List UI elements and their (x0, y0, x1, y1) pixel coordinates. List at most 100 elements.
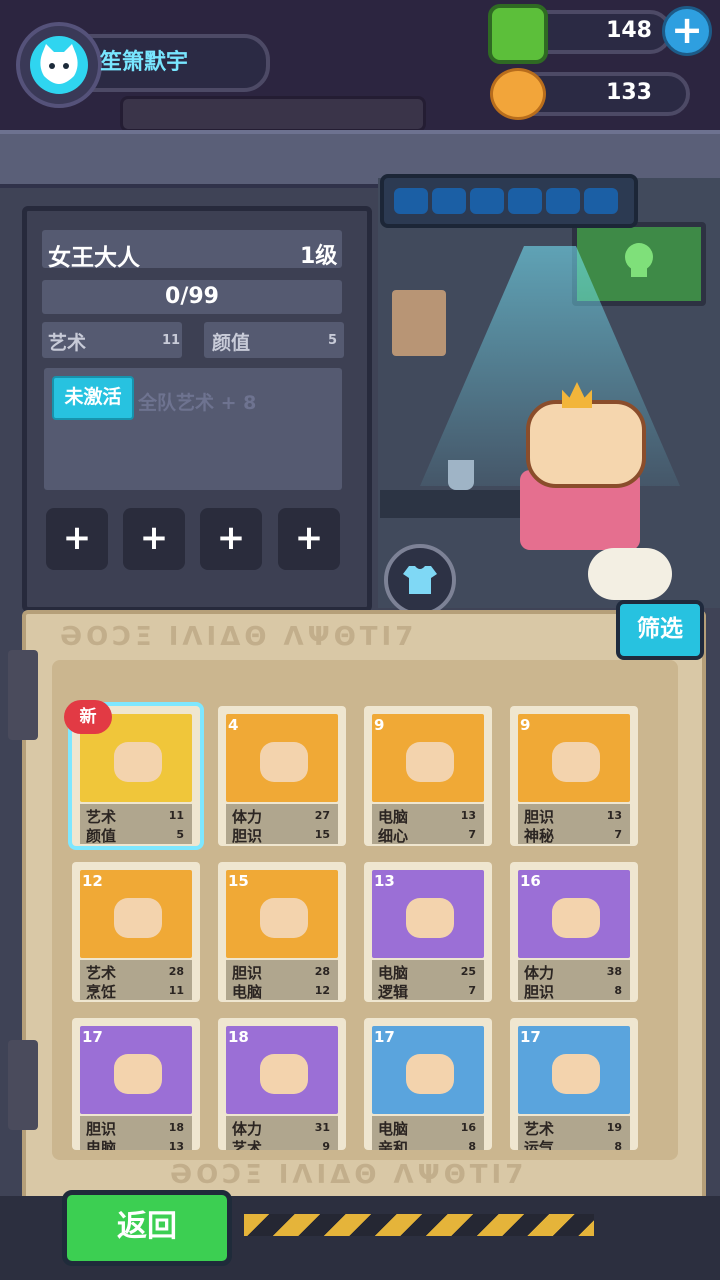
card-stat2-label: 颜值 (86, 827, 117, 845)
card-level: 17 (374, 1028, 395, 1046)
stat-looks-label: 颜值 (212, 332, 251, 354)
character-card[interactable]: 15 胆识 28 电脑 12 (218, 862, 346, 1002)
card-stat1-label: 艺术 (86, 808, 117, 826)
card-stat2-value: 8 (614, 984, 622, 997)
card-stat2-label: 电脑 (86, 1139, 117, 1150)
queen-character-head (526, 400, 646, 488)
stat-art-value: 11 (162, 333, 181, 348)
cat-avatar-icon (30, 36, 88, 94)
card-stat2-label: 艺术 (232, 1139, 263, 1150)
card-level: 17 (82, 1028, 103, 1046)
card-stat1-label: 体力 (232, 1120, 263, 1138)
character-face (552, 898, 600, 938)
card-level: 16 (520, 872, 541, 890)
jade-count: 148 (606, 18, 652, 43)
dog-pet (588, 548, 672, 600)
card-level: 13 (374, 872, 395, 890)
character-card[interactable]: 4 体力 27 胆识 15 (218, 706, 346, 846)
card-level: 12 (82, 872, 103, 890)
card-stat2-value: 8 (468, 1140, 476, 1150)
card-stat2-value: 12 (314, 984, 330, 997)
card-stats: 艺术 28 烹饪 11 (80, 960, 192, 1001)
card-stat1-label: 艺术 (524, 1120, 555, 1138)
card-stat2-value: 13 (168, 1140, 184, 1150)
card-level: 15 (228, 872, 249, 890)
card-stats: 艺术 11 颜值 5 (80, 804, 192, 845)
character-card[interactable]: 13 电脑 25 逻辑 7 (364, 862, 492, 1002)
card-stat2-label: 电脑 (232, 983, 263, 1001)
add-currency-button[interactable]: + (662, 6, 712, 56)
pipe-decoration (120, 96, 426, 132)
outfit-shirt-button[interactable] (384, 544, 456, 616)
character-card[interactable]: 9 胆识 13 神秘 7 (510, 706, 638, 846)
character-card[interactable]: 17 胆识 18 电脑 13 (72, 1018, 200, 1150)
card-stats: 体力 27 胆识 15 (226, 804, 338, 845)
card-stats: 体力 38 胆识 8 (518, 960, 630, 1001)
card-stat1-value: 13 (606, 809, 622, 822)
card-level: 4 (228, 716, 239, 734)
card-stat1-value: 38 (606, 965, 622, 978)
character-card[interactable]: 16 体力 38 胆识 8 (510, 862, 638, 1002)
card-stat2-label: 胆识 (232, 827, 263, 845)
equip-slot-4[interactable]: + (278, 508, 340, 570)
equip-slot-1[interactable]: + (46, 508, 108, 570)
character-face (406, 1054, 454, 1094)
card-stat2-value: 5 (176, 828, 184, 841)
card-stat1-value: 25 (460, 965, 476, 978)
card-stats: 胆识 28 电脑 12 (226, 960, 338, 1001)
card-stat1-label: 电脑 (378, 1120, 409, 1138)
card-stat2-value: 7 (468, 828, 476, 841)
card-stat2-value: 15 (314, 828, 330, 841)
card-stats: 艺术 19 运气 8 (518, 1116, 630, 1150)
equip-slot-3[interactable]: + (200, 508, 262, 570)
inactive-badge: 未激活 (52, 376, 134, 420)
card-stats: 胆识 18 电脑 13 (80, 1116, 192, 1150)
character-face (552, 742, 600, 782)
back-button[interactable]: 返回 (62, 1190, 232, 1266)
gold-planet-icon (490, 68, 546, 120)
new-badge: 新 (64, 700, 112, 734)
card-stat2-label: 神秘 (524, 827, 555, 845)
character-card[interactable]: 9 电脑 13 细心 7 (364, 706, 492, 846)
card-stat2-value: 11 (168, 984, 184, 997)
character-name: 女王大人 (48, 245, 140, 271)
card-stat2-label: 逻辑 (378, 983, 409, 1001)
character-card[interactable]: 17 电脑 16 亲和 8 (364, 1018, 492, 1150)
card-stat1-label: 电脑 (378, 808, 409, 826)
character-face (260, 898, 308, 938)
equip-slot-2[interactable]: + (123, 508, 185, 570)
card-stat2-value: 7 (468, 984, 476, 997)
counter-table (380, 490, 530, 518)
character-face (406, 742, 454, 782)
card-stats: 电脑 13 细心 7 (372, 804, 484, 845)
card-stats: 体力 31 艺术 9 (226, 1116, 338, 1150)
card-stat1-value: 31 (314, 1121, 330, 1134)
card-stat1-label: 胆识 (232, 964, 263, 982)
card-stat1-label: 体力 (524, 964, 555, 982)
character-card[interactable]: 18 体力 31 艺术 9 (218, 1018, 346, 1150)
wall-note (392, 290, 446, 356)
card-stat2-label: 细心 (378, 827, 409, 845)
card-stat2-label: 运气 (524, 1139, 555, 1150)
card-level: 18 (228, 1028, 249, 1046)
card-stat2-value: 7 (614, 828, 622, 841)
exp-text: 0/99 (165, 284, 219, 309)
card-stat1-label: 体力 (232, 808, 263, 826)
gold-count: 133 (606, 80, 652, 105)
card-stat1-label: 艺术 (86, 964, 117, 982)
card-stat2-label: 胆识 (524, 983, 555, 1001)
cabinet-glyphs-top: ƏOƆΞ ΙΛΙΔΘ ΛΨΘΤΙ7 (60, 622, 418, 652)
character-level: 1级 (300, 244, 338, 269)
character-face (114, 742, 162, 782)
team-bonus-text: 全队艺术 + 8 (138, 392, 257, 414)
card-stat1-value: 27 (314, 809, 330, 822)
character-card[interactable]: 12 艺术 28 烹饪 11 (72, 862, 200, 1002)
card-stats: 胆识 13 神秘 7 (518, 804, 630, 845)
card-stat1-value: 16 (460, 1121, 476, 1134)
jade-coin-icon (488, 4, 548, 64)
filter-button[interactable]: 筛选 (616, 600, 704, 660)
cabinet-hinge (8, 650, 38, 740)
cabinet-glyphs-bottom: ƏOƆΞ ΙΛΙΔΘ ΛΨΘΤΙ7 (170, 1160, 528, 1190)
card-portrait (226, 714, 338, 802)
character-card[interactable]: 17 艺术 19 运气 8 (510, 1018, 638, 1150)
